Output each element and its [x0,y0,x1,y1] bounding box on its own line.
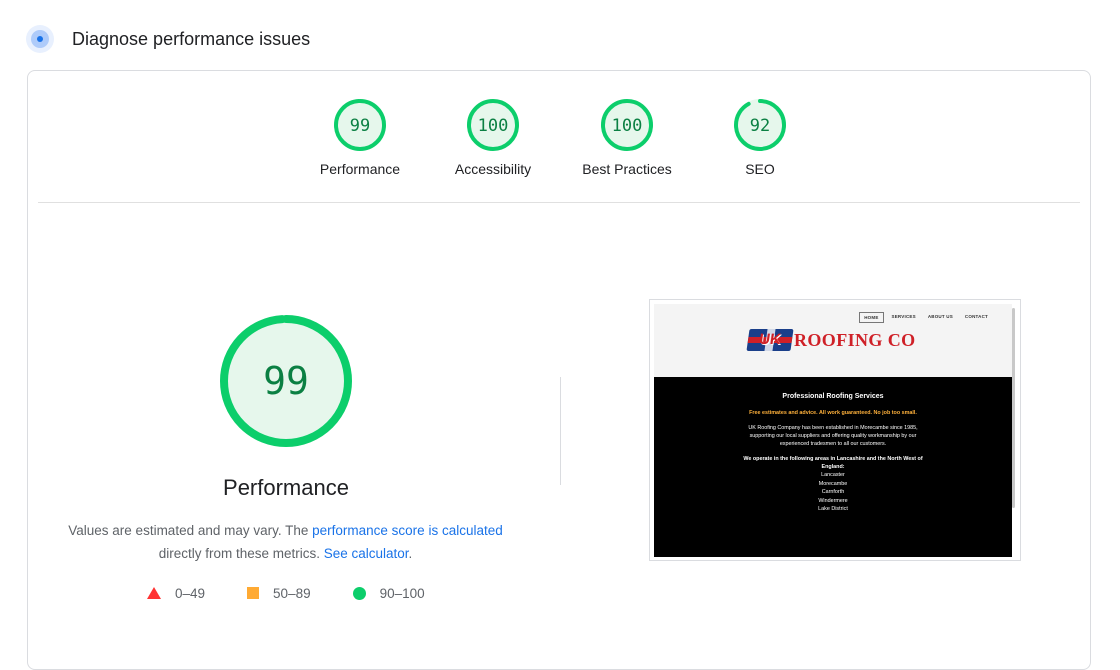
screenshot-scrollbar [1012,308,1015,508]
logo-text: ROOFING CO [794,329,916,350]
logo-flag-text: UK [758,331,783,348]
gauge-best-practices[interactable]: 100 Best Practices [567,97,687,177]
area-item: Lancaster [821,472,845,478]
nav-item: HOME [859,312,884,323]
performance-score: 99 [263,359,309,403]
square-icon [247,587,260,599]
final-screenshot[interactable]: HOME SERVICES ABOUT US CONTACT UK ROOFIN… [649,299,1021,561]
gauge-label: Accessibility [454,161,532,177]
gauge-ring: 92 [734,99,786,151]
gauge-label: Best Practices [582,161,672,177]
area-item: Lake District [818,506,848,513]
gauge-seo[interactable]: 92 SEO [700,97,820,177]
gauge-ring: 100 [601,99,653,151]
desc-text: directly from these metrics. [158,546,324,561]
gauge-score: 99 [350,116,370,136]
section-header: Diagnose performance issues [26,24,310,54]
performance-gauge: 99 [220,315,352,447]
legend-pass: 90–100 [352,585,425,601]
circle-icon [352,586,366,600]
triangle-icon [147,587,161,599]
legend-fail: 0–49 [147,586,205,601]
area-item: Morecambe [818,480,848,487]
nav-item: SERVICES [891,314,916,319]
gauge-performance[interactable]: 99 Performance [300,97,420,177]
performance-score-calculated-link[interactable]: performance score is calculated [312,523,503,538]
report-card: 99 Performance 100 Accessibility 100 Bes… [27,70,1091,670]
site-areas-list: Lancaster Morecambe Carnforth Windermere… [654,471,1012,514]
gauge-ring: 100 [467,99,519,151]
gauge-ring: 99 [334,99,386,151]
see-calculator-link[interactable]: See calculator [324,546,409,561]
score-legend: 0–49 50–89 90–100 [147,583,467,603]
legend-range: 0–49 [175,585,206,601]
desc-text: Values are estimated and may vary. The [68,523,313,538]
screenshot-site-header: HOME SERVICES ABOUT US CONTACT UK ROOFIN… [654,304,1012,377]
gauge-accessibility[interactable]: 100 Accessibility [433,97,553,177]
gauge-score: 100 [478,116,509,136]
area-item: Windermere [818,497,848,504]
screenshot-nav: HOME SERVICES ABOUT US CONTACT [855,312,992,323]
site-offer: Free estimates and advice. All work guar… [749,410,917,416]
site-logo: UK ROOFING CO [746,328,916,352]
legend-range: 50–89 [273,585,311,601]
category-gauges: 99 Performance 100 Accessibility 100 Bes… [28,97,1090,187]
screenshot-site-body: Professional Roofing Services Free estim… [654,377,1012,557]
desc-text: . [408,546,413,561]
vertical-divider [560,377,561,485]
legend-average: 50–89 [247,586,311,601]
gauge-label: SEO [745,161,775,177]
nav-item: CONTACT [964,314,988,319]
performance-description: Values are estimated and may vary. The p… [58,519,513,565]
site-intro: UK Roofing Company has been established … [748,425,918,447]
divider [38,202,1080,203]
union-flag-icon: UK [746,329,794,351]
gauge-score: 92 [750,116,770,136]
legend-range: 90–100 [379,585,425,601]
gauge-label: Performance [319,161,401,177]
gauge-score: 100 [612,116,643,136]
site-areas-heading: We operate in the following areas in Lan… [743,456,923,470]
nav-item: ABOUT US [927,314,953,319]
section-title: Diagnose performance issues [72,28,311,49]
area-item: Carnforth [821,489,845,496]
site-heading: Professional Roofing Services [782,393,884,400]
performance-title: Performance [223,475,349,500]
lighthouse-icon [26,25,54,53]
